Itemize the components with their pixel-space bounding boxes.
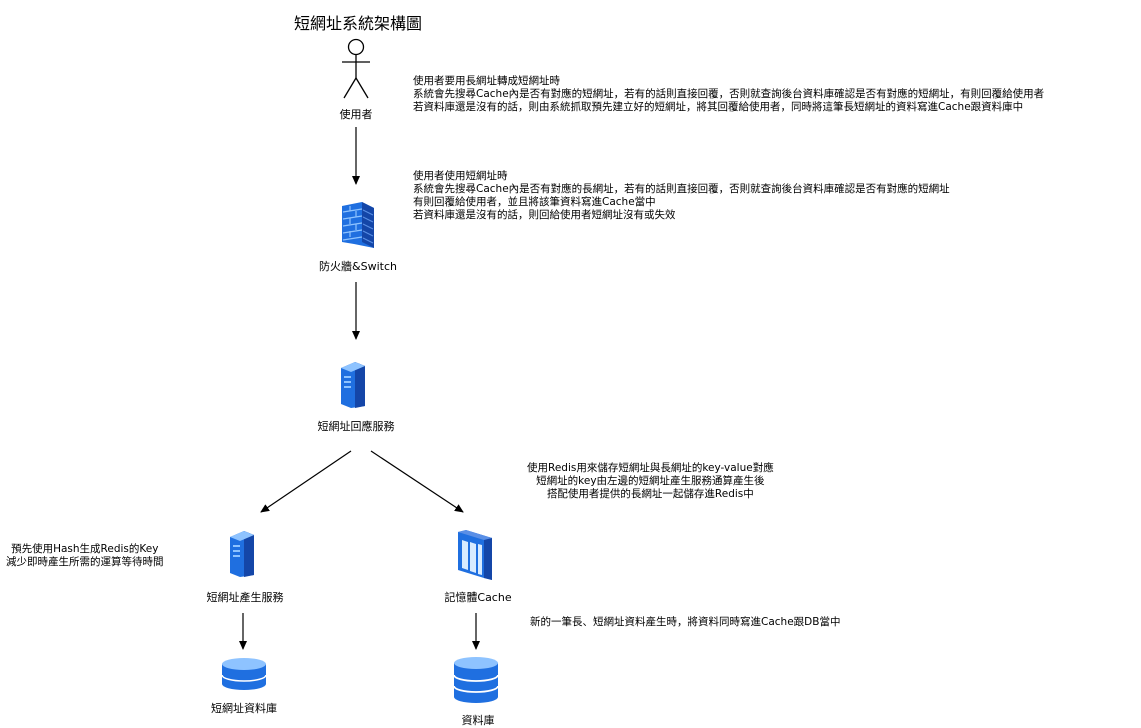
reply-service-label: 短網址回應服務	[317, 420, 395, 433]
edge-reply-gen	[260, 450, 352, 513]
db-label: 資料庫	[461, 714, 495, 727]
database-icon[interactable]	[221, 657, 267, 691]
cache-label: 記憶體Cache	[444, 591, 512, 604]
note-convert-url: 使用者要用長網址轉成短網址時 系統會先搜尋Cache內是否有對應的短網址，若有的…	[413, 75, 1045, 113]
edge-reply-cache	[370, 450, 464, 513]
short-db-label: 短網址資料庫	[211, 702, 277, 715]
note-redis: 使用Redis用來儲存短網址與長網址的key-value對應 短網址的key由左…	[527, 462, 774, 500]
user-label: 使用者	[339, 108, 373, 121]
note-write: 新的一筆長、短網址資料產生時，將資料同時寫進Cache跟DB當中	[530, 616, 841, 628]
database-icon[interactable]	[453, 656, 499, 704]
server-icon[interactable]	[341, 362, 371, 408]
firewall-icon[interactable]	[342, 202, 374, 248]
note-hash: 預先使用Hash生成Redis的Key 減少即時產生所需的運算等待時間	[6, 543, 164, 568]
firewall-label: 防火牆&Switch	[319, 260, 397, 273]
server-icon[interactable]	[230, 531, 260, 577]
memory-cache-icon[interactable]	[458, 530, 494, 580]
note-use-short-url: 使用者使用短網址時 系統會先搜尋Cache內是否有對應的長網址，若有的話則直接回…	[413, 170, 950, 221]
actor-icon[interactable]	[340, 38, 372, 100]
gen-service-label: 短網址產生服務	[206, 591, 284, 604]
